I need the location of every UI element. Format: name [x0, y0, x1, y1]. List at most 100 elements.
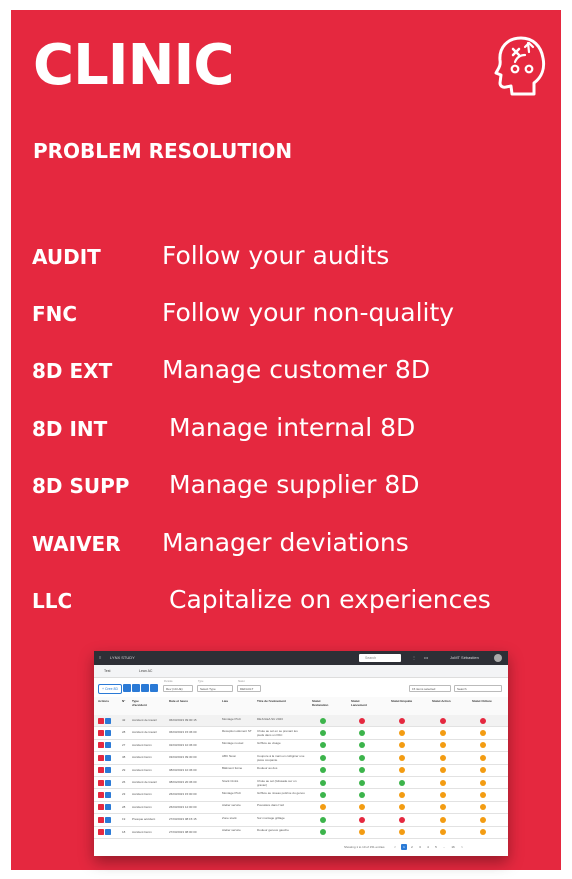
- status-orange-icon: [480, 767, 486, 774]
- feature-code: 8D EXT: [32, 359, 113, 383]
- status-orange-icon: [440, 779, 446, 786]
- tab-test[interactable]: Test: [104, 665, 110, 677]
- clinic-card: CLINIC PROBLEM RESOLUTION AUDIT Follow y…: [11, 10, 561, 870]
- delete-icon[interactable]: [98, 779, 104, 786]
- delete-icon[interactable]: [98, 742, 104, 749]
- notifications-icon[interactable]: •••: [424, 651, 428, 665]
- col-status-declaration[interactable]: Statut Déclaration: [312, 699, 334, 707]
- edit-icon[interactable]: [105, 791, 111, 798]
- delete-icon[interactable]: [98, 729, 104, 736]
- page-16[interactable]: 16: [450, 844, 456, 850]
- cell-number: 19: [122, 817, 126, 822]
- filter-toggle-button[interactable]: [141, 684, 149, 692]
- delete-icon[interactable]: [98, 767, 104, 774]
- app-tabs: Test Lean AC: [94, 665, 508, 678]
- page-2[interactable]: 2: [409, 844, 415, 850]
- filter-toggle-button[interactable]: [132, 684, 140, 692]
- table-row[interactable]: 27 Accident bénin 02/03/2023 10:36:00 Monta…: [94, 740, 508, 753]
- cell-lieu: Stock Cintré: [222, 778, 239, 783]
- table-row[interactable]: 28 Accident de travail 06/03/2023 15:36:00…: [94, 727, 508, 740]
- delete-icon[interactable]: [98, 717, 104, 724]
- delete-icon[interactable]: [98, 816, 104, 823]
- delete-icon[interactable]: [98, 804, 104, 811]
- edit-icon[interactable]: [105, 717, 111, 724]
- apps-icon[interactable]: ⋮: [412, 651, 416, 665]
- cell-type: Accident bénin: [132, 742, 152, 747]
- status-orange-icon: [399, 767, 405, 774]
- status-filter[interactable]: DEFAULT: [237, 685, 261, 692]
- page-1[interactable]: 1: [401, 844, 407, 850]
- filter-toggle-button[interactable]: [150, 684, 158, 692]
- status-orange-icon: [359, 804, 365, 811]
- col-status-launch[interactable]: Statut Lancement: [351, 699, 373, 707]
- filter-label: Periode: [164, 680, 173, 683]
- cell-lieu: Atelier service: [222, 828, 241, 833]
- user-name: JoMT Sébastien: [450, 655, 479, 660]
- cell-number: 29: [122, 767, 126, 772]
- table-row[interactable]: 26 Accident de travail 08/04/2023 20:36:00…: [94, 777, 508, 790]
- delete-icon[interactable]: [98, 754, 104, 761]
- cell-type: Presque accident: [132, 817, 156, 822]
- edit-icon[interactable]: [105, 779, 111, 786]
- status-green-icon: [320, 717, 326, 724]
- col-date[interactable]: Date et heure: [169, 699, 188, 703]
- topbar-search[interactable]: Search: [359, 654, 401, 662]
- cell-date: 08/04/2023 20:36:00: [169, 780, 197, 784]
- edit-icon[interactable]: [105, 742, 111, 749]
- table-row[interactable]: 19 Presque accident 27/03/2023 08:15:15 Zon…: [94, 814, 508, 827]
- cell-number: 42: [122, 718, 126, 722]
- edit-icon[interactable]: [105, 754, 111, 761]
- cell-titre: Douleur au dos: [257, 766, 278, 771]
- table-row[interactable]: 42 Accident de travail 06/03/2023 09:00:15…: [94, 715, 508, 728]
- table-row[interactable]: 38 Accident bénin 03/03/2023 09:30:00 ABC N…: [94, 752, 508, 765]
- menu-icon[interactable]: ≡: [99, 651, 101, 665]
- delete-icon[interactable]: [98, 829, 104, 836]
- col-status-investigation[interactable]: Statut Enquête: [391, 699, 413, 703]
- edit-icon[interactable]: [105, 767, 111, 774]
- status-orange-icon: [480, 730, 486, 737]
- cell-number: 27: [122, 742, 126, 747]
- items-selected-dropdown[interactable]: 15 items selected: [409, 685, 451, 692]
- page-5[interactable]: 5: [433, 844, 439, 850]
- tab-lean-ac[interactable]: Lean AC: [139, 665, 152, 677]
- page-3[interactable]: 3: [417, 844, 423, 850]
- delete-icon[interactable]: [98, 791, 104, 798]
- cell-titre: Griffure au niveau poitrine du genou: [257, 790, 305, 795]
- cell-number: 28: [122, 804, 126, 809]
- edit-icon[interactable]: [105, 804, 111, 811]
- col-status-action[interactable]: Statut Action: [432, 699, 454, 703]
- create-8d-button[interactable]: + Cree 8D: [98, 684, 122, 694]
- col-status-closure[interactable]: Statut Clôture: [472, 699, 494, 703]
- feature-description: Manage internal 8D: [169, 413, 416, 442]
- cell-number: 28: [122, 730, 126, 735]
- table-row[interactable]: 28 Accident bénin 26/03/2023 12:00:00 Ateli…: [94, 802, 508, 815]
- edit-icon[interactable]: [105, 729, 111, 736]
- cell-date: 27/03/2023 08:15:15: [169, 817, 197, 822]
- avatar[interactable]: [494, 654, 502, 662]
- cell-type: Accident bénin: [132, 755, 152, 760]
- table-row[interactable]: 18 Accident bénin 27/03/2023 08:00:00 Ateli…: [94, 827, 508, 839]
- col-lieu[interactable]: Lieu: [222, 699, 228, 703]
- cell-titre: Douleur genoux gauche: [257, 828, 289, 833]
- page-next[interactable]: >: [459, 844, 465, 850]
- type-filter[interactable]: Select Type: [197, 685, 233, 692]
- edit-icon[interactable]: [105, 816, 111, 823]
- col-titre[interactable]: Titre de l'événement: [257, 699, 286, 703]
- filter-toggle-button[interactable]: [123, 684, 131, 692]
- table-row[interactable]: 29 Accident bénin 08/03/2023 10:36:00 Bâtim…: [94, 765, 508, 777]
- cell-date: 26/03/2023 15:00:00: [169, 792, 197, 797]
- cell-type: Accident de travail: [132, 780, 157, 784]
- page-prev[interactable]: <: [392, 844, 398, 850]
- table-row[interactable]: 23 Accident bénin 26/03/2023 15:00:00 Monta…: [94, 789, 508, 802]
- table-search-input[interactable]: Search: [454, 685, 502, 692]
- status-green-icon: [320, 767, 326, 774]
- feature-waiver: WAIVER Manager deviations: [11, 523, 561, 563]
- feature-llc: LLC Capitalize on experiences: [11, 580, 561, 620]
- page-4[interactable]: 4: [425, 844, 431, 850]
- period-filter[interactable]: Rev (10-UE): [163, 685, 193, 692]
- status-red-icon: [440, 717, 446, 724]
- status-orange-icon: [440, 816, 446, 823]
- col-number[interactable]: N°: [122, 699, 125, 703]
- edit-icon[interactable]: [105, 829, 111, 836]
- col-type[interactable]: Type d'accident: [132, 699, 154, 707]
